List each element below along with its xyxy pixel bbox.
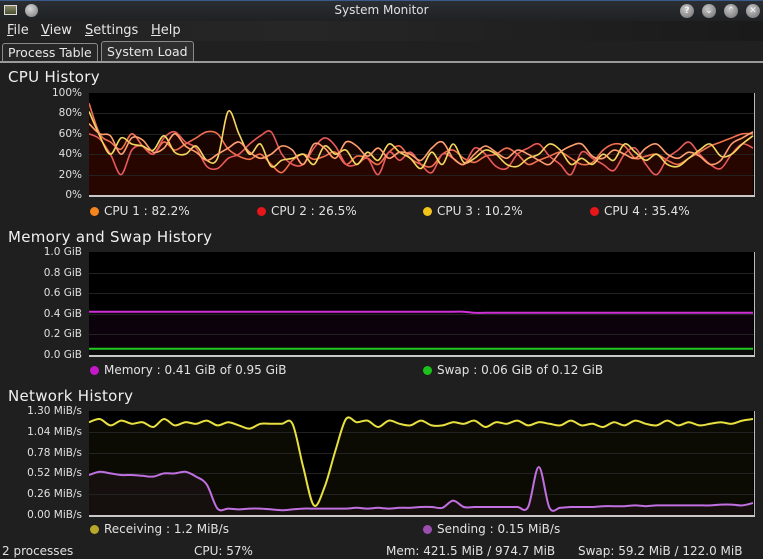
legend-item: Swap : 0.06 GiB of 0.12 GiB <box>423 363 603 377</box>
legend-color-dot-icon <box>423 525 432 534</box>
menu-mnemonic: V <box>41 23 50 38</box>
y-tick-label: 1.30 MiB/s <box>27 405 82 417</box>
menu-settings[interactable]: Settings <box>85 23 138 38</box>
legend-item: CPU 3 : 10.2% <box>423 204 523 218</box>
question-icon: ? <box>684 6 690 16</box>
menu-label: iew <box>49 23 72 38</box>
y-tick-label: 0.2 GiB <box>43 328 82 341</box>
network-history-chart <box>89 411 755 517</box>
y-tick-label: 40% <box>58 148 82 161</box>
legend-label: CPU 2 : 26.5% <box>271 204 357 218</box>
y-tick-label: 80% <box>58 107 82 120</box>
cpu-history-chart <box>89 93 755 197</box>
memory-history-title: Memory and Swap History <box>8 228 213 246</box>
y-tick-label: 20% <box>58 168 82 181</box>
menu-label: ile <box>13 23 29 38</box>
menu-help[interactable]: Help <box>151 23 181 38</box>
status-swap: Swap: 59.2 MiB / 122.0 MiB <box>578 544 743 558</box>
status-cpu: CPU: 57% <box>194 544 253 558</box>
menu-bar: File View Settings Help <box>0 21 763 41</box>
menu-label: ettings <box>93 23 139 38</box>
legend-color-dot-icon <box>590 207 599 216</box>
legend-label: Swap : 0.06 GiB of 0.12 GiB <box>437 363 604 377</box>
y-tick-label: 0% <box>65 189 82 201</box>
minimize-button[interactable]: ⌄ <box>702 4 716 18</box>
legend-label: CPU 3 : 10.2% <box>437 204 523 218</box>
y-tick-label: 0.52 MiB/s <box>27 467 82 480</box>
memory-chart-svg <box>89 273 754 355</box>
legend-color-dot-icon <box>423 366 432 375</box>
tab-process-table[interactable]: Process Table <box>2 43 98 61</box>
status-processes: 2 processes <box>2 544 74 558</box>
cpu-chart-svg <box>89 102 754 195</box>
legend-item: Memory : 0.41 GiB of 0.95 GiB <box>90 363 286 377</box>
close-button[interactable]: ✕ <box>746 4 760 18</box>
legend-label: Memory : 0.41 GiB of 0.95 GiB <box>104 363 287 377</box>
status-bar: 2 processes CPU: 57% Mem: 421.5 MiB / 97… <box>0 543 763 559</box>
help-button[interactable]: ? <box>680 4 694 18</box>
legend-item: CPU 2 : 26.5% <box>257 204 357 218</box>
y-tick-label: 0.78 MiB/s <box>27 446 82 459</box>
window-title: System Monitor <box>334 3 429 17</box>
chevron-down-icon: ⌄ <box>705 6 713 16</box>
legend-item: Sending : 0.15 MiB/s <box>423 522 560 536</box>
legend-item: CPU 1 : 82.2% <box>90 204 190 218</box>
y-tick-label: 0.26 MiB/s <box>27 488 82 501</box>
close-icon: ✕ <box>749 6 757 16</box>
y-tick-label: 1.0 GiB <box>43 246 82 258</box>
legend-color-dot-icon <box>90 207 99 216</box>
y-tick-label: 1.04 MiB/s <box>27 425 82 438</box>
cpu-history-title: CPU History <box>8 68 100 86</box>
tab-bar: Process Table System Load <box>0 41 763 63</box>
menu-label: elp <box>160 23 181 38</box>
legend-item: Receiving : 1.2 MiB/s <box>90 522 229 536</box>
y-tick-label: 0.4 GiB <box>43 307 82 320</box>
y-tick-label: 0.00 MiB/s <box>27 509 82 521</box>
window-titlebar[interactable]: System Monitor ? ⌄ ⌃ ✕ <box>0 0 763 22</box>
y-tick-label: 0.6 GiB <box>43 287 82 300</box>
legend-color-dot-icon <box>90 366 99 375</box>
series-line-memory <box>89 310 753 314</box>
menu-mnemonic: H <box>151 23 161 38</box>
y-tick-label: 60% <box>58 127 82 140</box>
y-tick-label: 0.0 GiB <box>43 349 82 361</box>
y-tick-label: 100% <box>51 87 82 99</box>
legend-color-dot-icon <box>90 525 99 534</box>
legend-color-dot-icon <box>257 207 266 216</box>
chevron-up-icon: ⌃ <box>727 6 735 16</box>
legend-label: CPU 4 : 35.4% <box>604 204 690 218</box>
menu-file[interactable]: File <box>7 23 29 38</box>
tab-system-load[interactable]: System Load <box>101 41 194 61</box>
legend-label: CPU 1 : 82.2% <box>104 204 190 218</box>
network-history-title: Network History <box>8 387 134 405</box>
memory-history-chart <box>89 252 755 357</box>
legend-label: Receiving : 1.2 MiB/s <box>104 522 229 536</box>
legend-label: Sending : 0.15 MiB/s <box>437 522 561 536</box>
y-tick-label: 0.8 GiB <box>43 266 82 279</box>
legend-item: CPU 4 : 35.4% <box>590 204 690 218</box>
maximize-button[interactable]: ⌃ <box>724 4 738 18</box>
legend-color-dot-icon <box>423 207 432 216</box>
status-memory: Mem: 421.5 MiB / 974.7 MiB <box>386 544 556 558</box>
menu-view[interactable]: View <box>41 23 72 38</box>
network-chart-svg <box>89 416 754 515</box>
